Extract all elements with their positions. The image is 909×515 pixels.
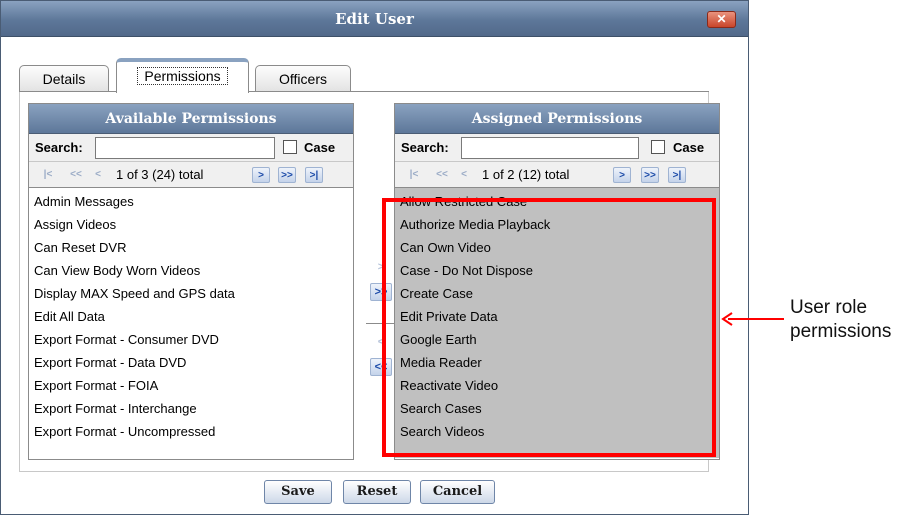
dialog-body: Details Permissions Officers Available P… bbox=[9, 38, 740, 508]
add-selected-button[interactable]: > bbox=[370, 259, 392, 277]
list-item[interactable]: Display MAX Speed and GPS data bbox=[29, 283, 353, 306]
list-item[interactable]: Assign Videos bbox=[29, 214, 353, 237]
transfer-divider bbox=[366, 323, 396, 324]
next-page-icon[interactable]: > bbox=[613, 167, 631, 183]
list-item[interactable]: Edit Private Data bbox=[395, 306, 719, 329]
tab-details[interactable]: Details bbox=[19, 65, 109, 92]
available-case-label: Case bbox=[304, 140, 336, 155]
tab-permissions[interactable]: Permissions bbox=[116, 58, 249, 93]
remove-selected-button[interactable]: < bbox=[370, 334, 392, 352]
assigned-case-label: Case bbox=[673, 140, 705, 155]
assigned-permissions-panel: Assigned Permissions Search: Case |< << … bbox=[394, 103, 720, 460]
remove-all-button[interactable]: << bbox=[370, 358, 392, 376]
first-page-icon[interactable]: |< bbox=[39, 167, 57, 183]
close-icon[interactable]: ✕ bbox=[707, 11, 736, 28]
list-item[interactable]: Search Cases bbox=[395, 398, 719, 421]
annotation-line-1: User role bbox=[790, 297, 868, 318]
list-item[interactable]: Can Own Video bbox=[395, 237, 719, 260]
title-bar[interactable]: Edit User ✕ bbox=[1, 1, 748, 37]
available-case-checkbox[interactable] bbox=[283, 140, 297, 154]
available-search-row: Search: Case bbox=[29, 134, 353, 162]
list-item[interactable]: Export Format - Data DVD bbox=[29, 352, 353, 375]
tab-officers[interactable]: Officers bbox=[255, 65, 351, 92]
available-pager: |< << < 1 of 3 (24) total > >> >| bbox=[29, 162, 353, 188]
list-item[interactable]: Edit All Data bbox=[29, 306, 353, 329]
next-page-group-icon[interactable]: >> bbox=[641, 167, 659, 183]
assigned-search-input[interactable] bbox=[461, 137, 639, 159]
last-page-icon[interactable]: >| bbox=[305, 167, 323, 183]
list-item[interactable]: Case - Do Not Dispose bbox=[395, 260, 719, 283]
tab-strip: Details Permissions Officers bbox=[19, 58, 719, 93]
tab-permissions-label: Permissions bbox=[137, 67, 228, 85]
list-item[interactable]: Authorize Media Playback bbox=[395, 214, 719, 237]
available-permissions-header: Available Permissions bbox=[29, 104, 353, 134]
annotation-line-2: permissions bbox=[790, 321, 892, 342]
save-button[interactable]: Save bbox=[264, 480, 332, 504]
list-item[interactable]: Export Format - FOIA bbox=[29, 375, 353, 398]
available-permissions-list: Admin Messages Assign Videos Can Reset D… bbox=[29, 188, 353, 444]
edit-user-dialog: Edit User ✕ Details Permissions Officers… bbox=[0, 0, 749, 515]
dialog-title: Edit User bbox=[335, 10, 414, 28]
assigned-pager: |< << < 1 of 2 (12) total > >> >| bbox=[395, 162, 719, 188]
assigned-search-row: Search: Case bbox=[395, 134, 719, 162]
list-item[interactable]: Can View Body Worn Videos bbox=[29, 260, 353, 283]
list-item[interactable]: Export Format - Interchange bbox=[29, 398, 353, 421]
assigned-permissions-list: Allow Restricted Case Authorize Media Pl… bbox=[395, 188, 719, 458]
list-item[interactable]: Google Earth bbox=[395, 329, 719, 352]
available-pager-text: 1 of 3 (24) total bbox=[116, 167, 204, 182]
list-item[interactable]: Export Format - Uncompressed bbox=[29, 421, 353, 444]
prev-page-group-icon[interactable]: << bbox=[67, 167, 85, 183]
prev-page-icon[interactable]: < bbox=[455, 167, 473, 183]
prev-page-group-icon[interactable]: << bbox=[433, 167, 451, 183]
assigned-search-label: Search: bbox=[401, 140, 449, 155]
available-search-label: Search: bbox=[35, 140, 83, 155]
next-page-icon[interactable]: > bbox=[252, 167, 270, 183]
add-all-button[interactable]: >> bbox=[370, 283, 392, 301]
first-page-icon[interactable]: |< bbox=[405, 167, 423, 183]
dialog-footer: Save Reset Cancel bbox=[9, 476, 740, 508]
assigned-case-checkbox[interactable] bbox=[651, 140, 665, 154]
assigned-permissions-header: Assigned Permissions bbox=[395, 104, 719, 134]
arrow-left-icon bbox=[721, 312, 784, 326]
list-item[interactable]: Admin Messages bbox=[29, 191, 353, 214]
list-item[interactable]: Search Videos bbox=[395, 421, 719, 444]
annotation-label: User role permissions bbox=[790, 296, 909, 344]
available-permissions-panel: Available Permissions Search: Case |< <<… bbox=[28, 103, 354, 460]
list-item[interactable]: Export Format - Consumer DVD bbox=[29, 329, 353, 352]
reset-button[interactable]: Reset bbox=[343, 480, 411, 504]
prev-page-icon[interactable]: < bbox=[89, 167, 107, 183]
list-item[interactable]: Create Case bbox=[395, 283, 719, 306]
next-page-group-icon[interactable]: >> bbox=[278, 167, 296, 183]
list-item[interactable]: Allow Restricted Case bbox=[395, 191, 719, 214]
last-page-icon[interactable]: >| bbox=[668, 167, 686, 183]
list-item[interactable]: Reactivate Video bbox=[395, 375, 719, 398]
assigned-pager-text: 1 of 2 (12) total bbox=[482, 167, 570, 182]
list-item[interactable]: Media Reader bbox=[395, 352, 719, 375]
list-item[interactable]: Can Reset DVR bbox=[29, 237, 353, 260]
available-search-input[interactable] bbox=[95, 137, 275, 159]
cancel-button[interactable]: Cancel bbox=[420, 480, 495, 504]
